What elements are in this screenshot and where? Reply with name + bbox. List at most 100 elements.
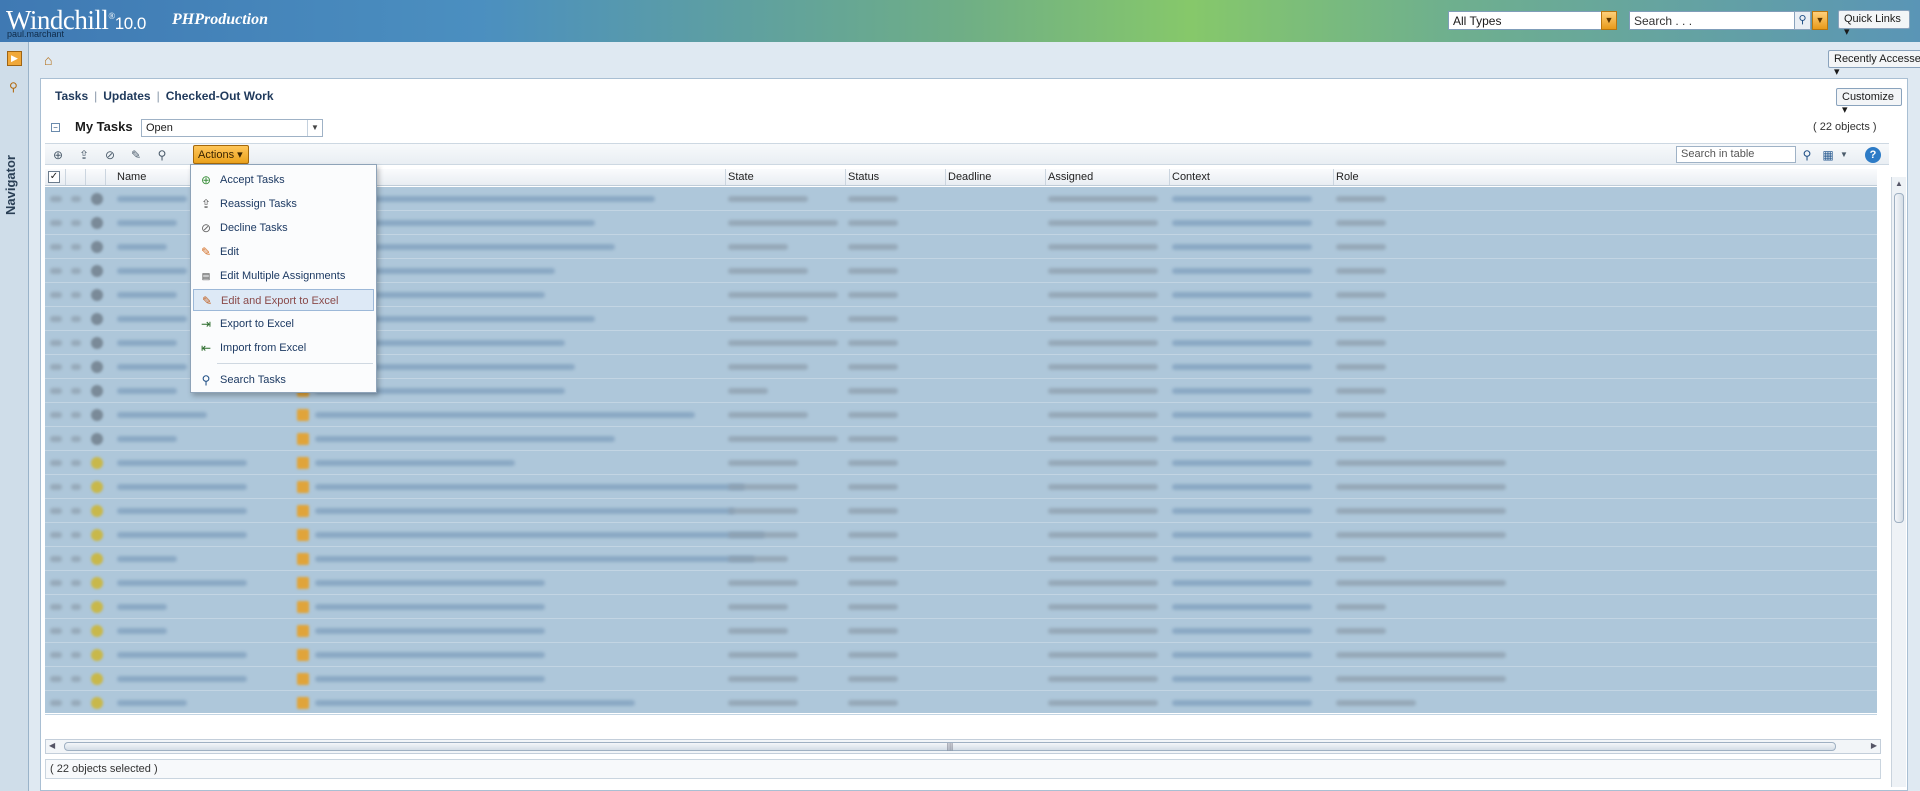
menu-item-edit-and-export-to-excel[interactable]: ✎ Edit and Export to Excel <box>193 289 374 311</box>
organization-name: PHProduction <box>172 11 269 28</box>
row-cell <box>71 268 81 274</box>
menu-item-accept-tasks[interactable]: ⊕ Accept Tasks <box>193 169 374 191</box>
column-header-role[interactable]: Role <box>1336 171 1359 183</box>
column-header-context[interactable]: Context <box>1172 171 1210 183</box>
row-cell <box>1048 268 1158 274</box>
column-header-deadline[interactable]: Deadline <box>948 171 991 183</box>
row-cell <box>71 292 81 298</box>
tab-checked-out-work[interactable]: Checked-Out Work <box>160 89 280 103</box>
table-search-input[interactable]: Search in table <box>1676 146 1796 163</box>
row-cell <box>50 460 62 466</box>
scroll-left-icon[interactable]: ◀ <box>49 741 55 750</box>
row-cell <box>117 628 167 634</box>
task-type-icon <box>91 409 103 421</box>
view-select[interactable]: Open ▼ <box>141 119 323 137</box>
menu-item-decline-tasks[interactable]: ⊘ Decline Tasks <box>193 217 374 239</box>
decline-tasks-icon[interactable]: ⊘ <box>101 147 119 163</box>
collapse-table-icon[interactable]: − <box>51 123 60 132</box>
chevron-down-icon[interactable]: ▼ <box>307 120 322 136</box>
excel-edit-icon[interactable]: ✎ <box>127 147 145 163</box>
column-header-name[interactable]: Name <box>117 171 146 183</box>
global-search-input[interactable]: Search . . . <box>1629 11 1796 30</box>
table-row[interactable] <box>45 619 1877 643</box>
actions-menu-button[interactable]: Actions ▾ <box>193 145 249 164</box>
menu-item-label: Accept Tasks <box>220 174 285 186</box>
menu-item-reassign-tasks[interactable]: ⇪ Reassign Tasks <box>193 193 374 215</box>
table-row[interactable] <box>45 523 1877 547</box>
home-icon[interactable]: ⌂ <box>44 52 52 68</box>
global-search-button[interactable]: ⚲ <box>1794 11 1811 30</box>
expand-navigator-button[interactable]: ▶ <box>7 51 22 66</box>
table-row[interactable] <box>45 499 1877 523</box>
tab-updates[interactable]: Updates <box>97 89 156 103</box>
search-icon[interactable]: ⚲ <box>153 147 171 163</box>
menu-item-edit[interactable]: ✎ Edit <box>193 241 374 263</box>
subtab-bar: Tasks | Updates | Checked-Out Work <box>49 89 280 103</box>
row-cell <box>728 244 788 250</box>
chevron-down-icon: ▼ <box>1604 15 1614 25</box>
table-row[interactable] <box>45 667 1877 691</box>
table-row[interactable] <box>45 643 1877 667</box>
search-options-dropdown[interactable]: ▼ <box>1812 11 1828 30</box>
accept-tasks-icon[interactable]: ⊕ <box>49 147 67 163</box>
table-row[interactable] <box>45 427 1877 451</box>
help-icon[interactable]: ? <box>1865 147 1881 163</box>
menu-item-edit-multiple-assignments[interactable]: ▤ Edit Multiple Assignments <box>193 265 374 287</box>
menu-item-search-tasks[interactable]: ⚲ Search Tasks <box>193 369 374 391</box>
row-cell <box>1048 580 1158 586</box>
row-cell <box>315 436 615 442</box>
row-cell <box>1336 484 1506 490</box>
horizontal-scrollbar[interactable]: ◀ ||| ▶ <box>45 739 1881 754</box>
row-cell <box>1336 220 1386 226</box>
menu-item-export-to-excel[interactable]: ⇥ Export to Excel <box>193 313 374 335</box>
row-cell <box>71 316 81 322</box>
menu-item-import-from-excel[interactable]: ⇤ Import from Excel <box>193 337 374 359</box>
table-row[interactable] <box>45 691 1877 715</box>
column-header-assigned[interactable]: Assigned <box>1048 171 1093 183</box>
table-row[interactable] <box>45 547 1877 571</box>
reassign-tasks-icon[interactable]: ⇪ <box>75 147 93 163</box>
table-row[interactable] <box>45 403 1877 427</box>
vertical-scroll-thumb[interactable] <box>1894 193 1904 523</box>
type-filter-select[interactable]: All Types <box>1448 11 1616 30</box>
selection-status: ( 22 objects selected ) <box>45 759 1881 779</box>
table-search-button[interactable]: ⚲ <box>1798 147 1816 163</box>
search-icon[interactable]: ⚲ <box>9 80 18 94</box>
scroll-up-icon[interactable]: ▲ <box>1895 179 1903 188</box>
menu-item-label: Edit <box>220 246 239 258</box>
row-cell <box>117 580 247 586</box>
row-cell <box>1172 388 1312 394</box>
row-cell <box>1172 268 1312 274</box>
table-row[interactable] <box>45 571 1877 595</box>
object-type-icon <box>297 697 309 709</box>
customize-button[interactable]: Customize ▾ <box>1836 88 1902 116</box>
brand-version: 10.0 <box>114 14 147 33</box>
quick-links-button[interactable]: Quick Links ▾ <box>1838 10 1910 38</box>
table-row[interactable] <box>45 451 1877 475</box>
column-header-status[interactable]: Status <box>848 171 879 183</box>
type-filter-dropdown-button[interactable]: ▼ <box>1601 11 1617 30</box>
scroll-right-icon[interactable]: ▶ <box>1871 741 1877 750</box>
task-type-icon <box>91 601 103 613</box>
chevron-down-icon[interactable]: ▼ <box>1835 147 1853 163</box>
row-cell <box>1336 436 1386 442</box>
row-cell <box>117 220 177 226</box>
table-row[interactable] <box>45 475 1877 499</box>
horizontal-scroll-thumb[interactable]: ||| <box>64 742 1836 751</box>
vertical-scrollbar[interactable]: ▲ <box>1891 177 1906 787</box>
table-row[interactable] <box>45 595 1877 619</box>
row-cell <box>117 412 207 418</box>
row-cell <box>1172 628 1312 634</box>
row-cell <box>728 508 798 514</box>
row-cell <box>117 388 177 394</box>
row-cell <box>1336 460 1506 466</box>
tab-tasks[interactable]: Tasks <box>49 89 94 103</box>
column-header-state[interactable]: State <box>728 171 754 183</box>
row-cell <box>1336 676 1506 682</box>
row-cell <box>1172 220 1312 226</box>
row-cell <box>71 340 81 346</box>
select-all-checkbox[interactable]: ✓ <box>48 171 60 183</box>
navigator-label[interactable]: Navigator <box>3 150 25 220</box>
row-cell <box>71 508 81 514</box>
recently-accessed-button[interactable]: Recently Accessed ▾ <box>1828 50 1920 78</box>
